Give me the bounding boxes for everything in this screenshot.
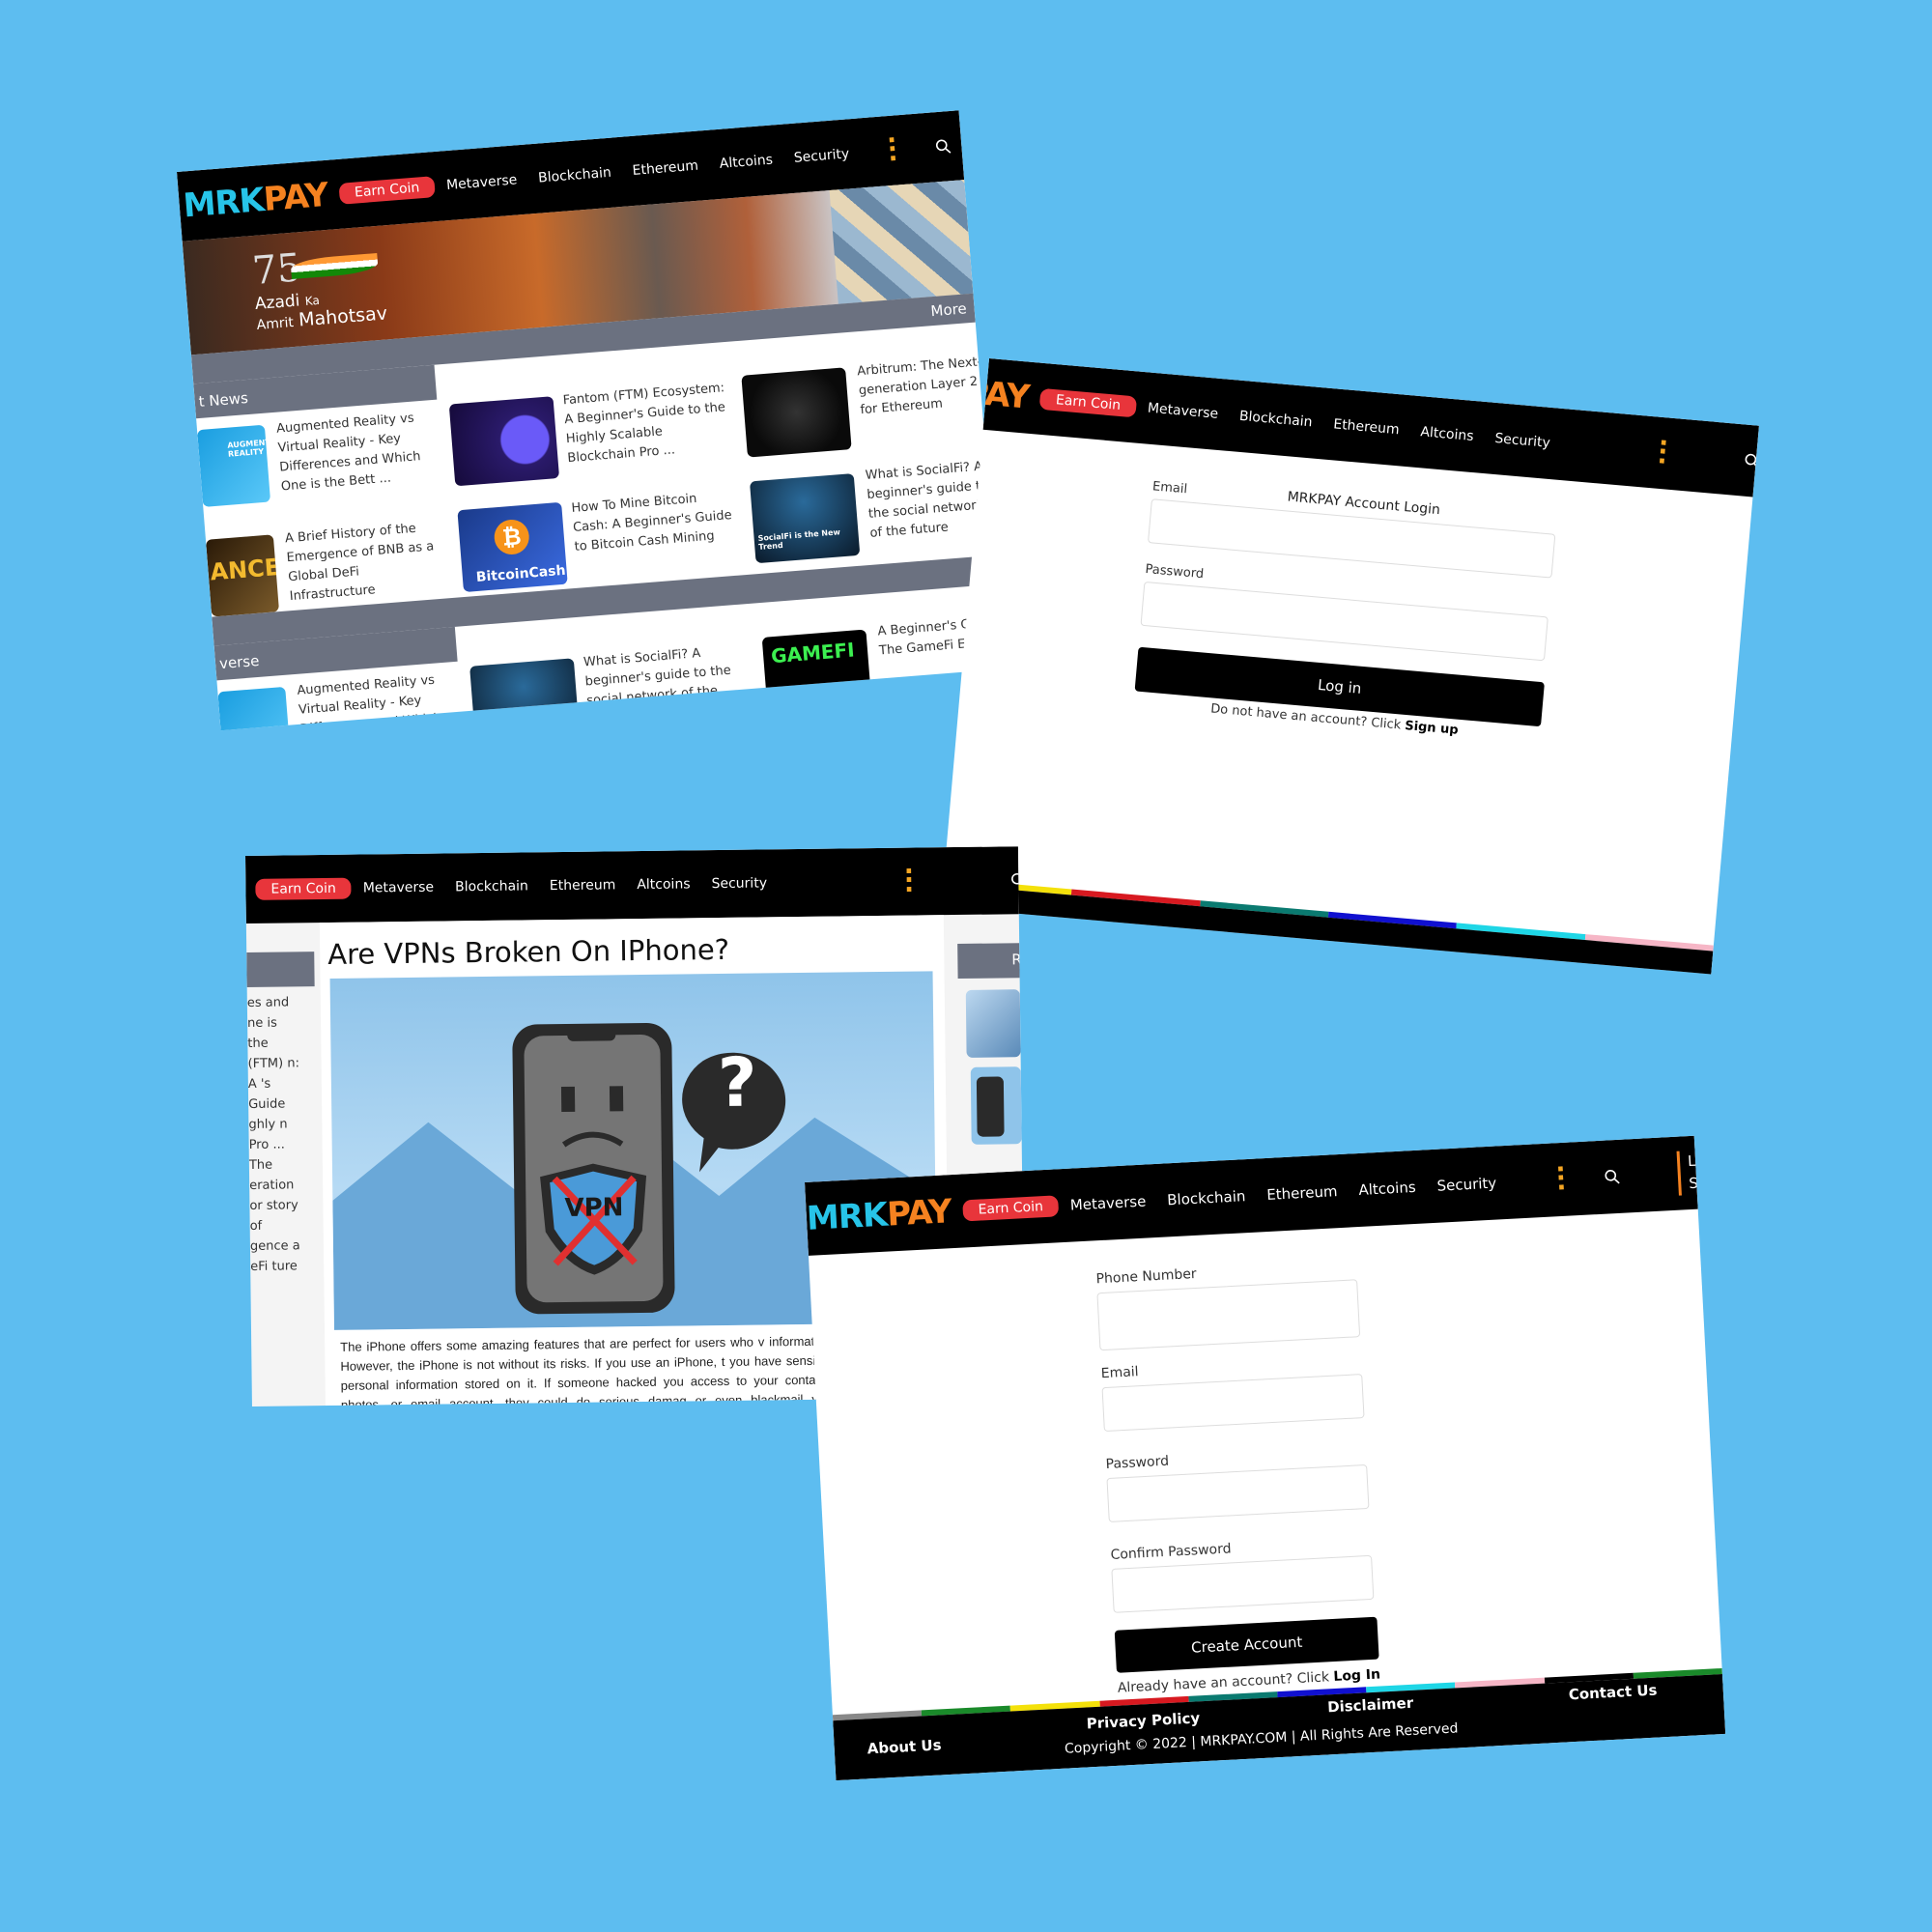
more-vertical-icon[interactable]: · · · [904, 858, 914, 904]
login-page-panel: PAY Earn Coin Metaverse Blockchain Ether… [941, 358, 1759, 975]
nav-altcoins[interactable]: Altcoins [1358, 1179, 1416, 1199]
footer-contact-link[interactable]: Contact Us [1568, 1682, 1658, 1704]
password-field[interactable] [1140, 581, 1548, 662]
earn-coin-button[interactable]: Earn Coin [255, 877, 352, 900]
nav-metaverse[interactable]: Metaverse [446, 172, 518, 193]
nav-metaverse[interactable]: Metaverse [1147, 401, 1218, 422]
earn-coin-button[interactable]: Earn Coin [962, 1195, 1060, 1222]
more-vertical-icon[interactable]: · · · [1656, 429, 1669, 476]
nav-altcoins[interactable]: Altcoins [719, 153, 773, 172]
article-body: The iPhone offers some amazing features … [340, 1333, 836, 1406]
thumb-gamefi[interactable]: GAMEFI [761, 629, 873, 720]
article-title: Are VPNs Broken On IPhone? [327, 932, 730, 971]
left-sidebar-header [246, 952, 315, 987]
nav-blockchain[interactable]: Blockchain [1238, 409, 1313, 431]
site-logo[interactable]: MRKPAY [806, 1192, 952, 1238]
search-icon[interactable] [1604, 1169, 1620, 1185]
more-link[interactable]: More [930, 299, 967, 320]
more-vertical-icon[interactable]: · · · [1555, 1155, 1567, 1203]
nav-metaverse[interactable]: Metaverse [1069, 1193, 1146, 1214]
auth-links: Login Signup [1000, 119, 1004, 160]
nav-altcoins[interactable]: Altcoins [637, 876, 690, 893]
create-account-button[interactable]: Create Account [1114, 1616, 1379, 1673]
confirm-password-field[interactable] [1111, 1554, 1375, 1613]
phone-number-field[interactable] [1096, 1279, 1361, 1351]
login-link[interactable]: Login [1688, 1148, 1726, 1173]
nav-security[interactable]: Security [1494, 431, 1551, 451]
password-field[interactable] [1106, 1463, 1370, 1523]
thumb-ar-vr-2[interactable] [217, 686, 292, 731]
password-label: Password [1144, 561, 1205, 582]
meta-news-ar-vr[interactable]: Augmented Reality vs Virtual Reality - K… [297, 669, 457, 731]
signup-page-panel: MRKPAY Earn Coin Metaverse Blockchain Et… [805, 1135, 1726, 1781]
left-sidebar-text: es and ne is the (FTM) n: A 's Guide ghl… [246, 995, 300, 1274]
news-item-fantom[interactable]: Fantom (FTM) Ecosystem: A Beginner's Gui… [562, 379, 730, 469]
news-item-bitcoin-cash[interactable]: How To Mine Bitcoin Cash: A Beginner's G… [571, 487, 737, 557]
phone-icon [976, 1076, 1005, 1137]
email-label: Email [1100, 1364, 1140, 1382]
auth-links: Login Signup [1676, 1148, 1726, 1196]
earn-coin-button[interactable]: Earn Coin [1039, 387, 1138, 418]
thumb-socialfi-2[interactable] [469, 658, 581, 731]
email-field[interactable] [1101, 1374, 1365, 1433]
home-page-panel: MRKPAY Earn Coin Metaverse Blockchain Et… [177, 110, 1004, 731]
thumb-ar-vr[interactable]: AUGMENTED REALITY [197, 424, 271, 507]
password-label: Password [1105, 1453, 1170, 1473]
banner-flag-swoosh [290, 252, 379, 279]
thumb-arbitrum[interactable] [741, 367, 852, 458]
nav-metaverse[interactable]: Metaverse [363, 880, 435, 896]
email-field[interactable] [1147, 498, 1556, 579]
login-navbar: PAY Earn Coin Metaverse Blockchain Ether… [963, 358, 1759, 497]
news-item-ar-vr[interactable]: Augmented Reality vs Virtual Reality - K… [275, 408, 436, 497]
login-footer [941, 883, 1714, 975]
bitcoin-icon: ₿ [493, 518, 531, 556]
thumb-fantom[interactable] [448, 396, 560, 487]
nav-blockchain[interactable]: Blockchain [538, 165, 612, 186]
phone-number-label: Phone Number [1095, 1265, 1198, 1288]
nav-ethereum[interactable]: Ethereum [550, 877, 616, 894]
search-icon[interactable] [935, 138, 952, 155]
site-footer: About Us Privacy Policy Disclaimer Conta… [833, 1673, 1726, 1781]
right-thumb-security[interactable] [965, 989, 1021, 1058]
email-label: Email [1151, 479, 1188, 497]
thumb-bitcoin-cash[interactable]: ₿ BitcoinCash [457, 501, 568, 593]
thumb-socialfi[interactable]: SocialFi is the New Trend [749, 472, 861, 564]
vpn-shield-label: VPN [564, 1193, 624, 1223]
footer-disclaimer-link[interactable]: Disclaimer [1327, 1694, 1414, 1717]
right-thumb-vpn[interactable] [970, 1066, 1022, 1145]
nav-security[interactable]: Security [1436, 1175, 1496, 1195]
meta-news-socialfi[interactable]: What is SocialFi? A beginner's guide to … [582, 640, 751, 730]
nav-ethereum[interactable]: Ethereum [1333, 416, 1401, 438]
search-icon[interactable] [1744, 453, 1759, 469]
earn-coin-button[interactable]: Earn Coin [338, 176, 437, 205]
nav-blockchain[interactable]: Blockchain [1167, 1187, 1246, 1208]
nav-security[interactable]: Security [793, 146, 850, 165]
site-logo[interactable]: MRKPAY [182, 176, 329, 226]
footer-about-link[interactable]: About Us [867, 1736, 942, 1757]
question-mark: ? [717, 1042, 758, 1123]
banner-text: Azadi Ka Amrit Mahotsav [254, 291, 388, 333]
right-sidebar-header: R [957, 943, 1022, 979]
nav-ethereum[interactable]: Ethereum [632, 158, 698, 179]
footer-privacy-link[interactable]: Privacy Policy [1086, 1709, 1200, 1732]
signup-link[interactable]: Signup [1689, 1170, 1725, 1195]
article-navbar: Earn Coin Metaverse Blockchain Ethereum … [245, 846, 1025, 923]
signup-link[interactable]: Sign up [1405, 719, 1460, 738]
nav-altcoins[interactable]: Altcoins [1420, 424, 1474, 444]
nav-ethereum[interactable]: Ethereum [1266, 1182, 1338, 1204]
more-vertical-icon[interactable]: · · · [886, 127, 899, 174]
news-item-bnb[interactable]: A Brief History of the Emergence of BNB … [284, 518, 444, 607]
nav-blockchain[interactable]: Blockchain [455, 878, 528, 895]
nav-security[interactable]: Security [711, 875, 767, 892]
log-in-link[interactable]: Log In [1333, 1667, 1380, 1686]
confirm-password-label: Confirm Password [1110, 1541, 1232, 1563]
banner-photo-collage [829, 180, 974, 304]
thumb-bnb[interactable]: ANCE [205, 534, 280, 617]
news-item-arbitrum[interactable]: Arbitrum: The Next-generation Layer 2 fo… [857, 353, 986, 420]
